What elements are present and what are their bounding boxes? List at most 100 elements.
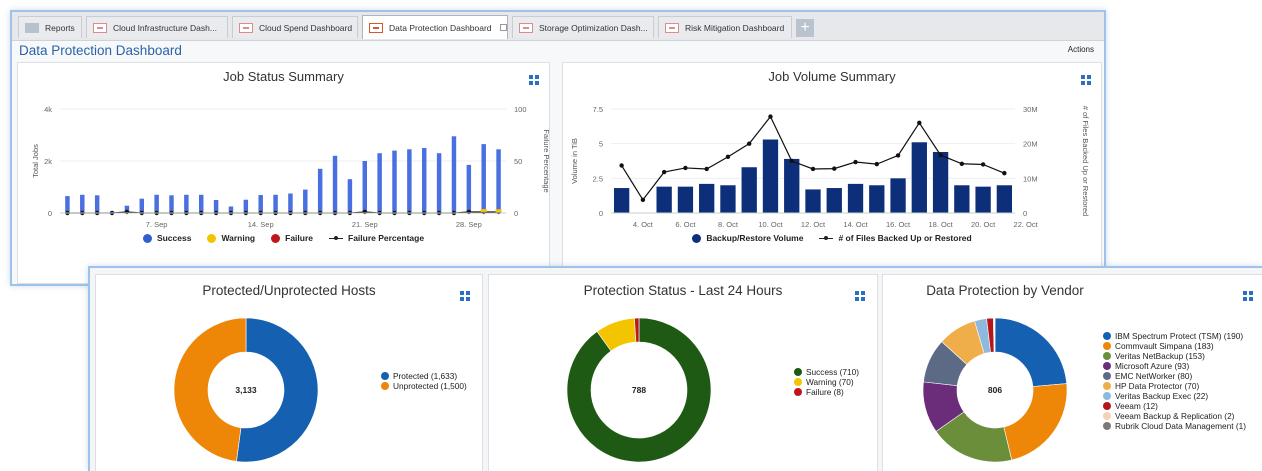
- chart-legend: Backup/Restore Volume # of Files Backed …: [563, 233, 1101, 243]
- vendor-legend: IBM Spectrum Protect (TSM) (190) Commvaul…: [1103, 331, 1246, 431]
- legend-files[interactable]: # of Files Backed Up or Restored: [819, 233, 972, 243]
- legend-success[interactable]: Success: [142, 233, 191, 243]
- legend-swatch: [1103, 422, 1111, 430]
- legend-warning[interactable]: Warning: [207, 233, 255, 243]
- legend-backup-volume[interactable]: Backup/Restore Volume: [692, 233, 803, 243]
- bar: [613, 188, 630, 213]
- page-title: Data Protection Dashboard: [19, 43, 182, 58]
- tab-cloud-spend[interactable]: Cloud Spend Dashboard: [232, 16, 358, 38]
- legend-label: Rubrik Cloud Data Management (1): [1115, 421, 1246, 431]
- line-point: [959, 161, 965, 166]
- bar: [762, 139, 779, 213]
- bar: [362, 161, 367, 213]
- tab-reports[interactable]: Reports: [18, 16, 82, 38]
- legend-swatch: [1103, 382, 1111, 390]
- legend-item[interactable]: Veeam Backup & Replication (2): [1103, 411, 1246, 421]
- tab-storage-optimization[interactable]: Storage Optimization Dash...: [512, 16, 654, 38]
- legend-item[interactable]: Veeam (12): [1103, 401, 1246, 411]
- legend-item[interactable]: Veritas Backup Exec (22): [1103, 391, 1246, 401]
- legend-swatch: [1103, 392, 1111, 400]
- line-point: [853, 159, 858, 165]
- bar: [481, 144, 486, 213]
- legend-item[interactable]: Rubrik Cloud Data Management (1): [1103, 421, 1246, 431]
- legend-item[interactable]: HP Data Protector (70): [1103, 381, 1246, 391]
- line-point: [874, 161, 879, 167]
- legend-label: Veeam (12): [1115, 401, 1158, 411]
- failure-swatch: [271, 233, 281, 243]
- bar: [332, 155, 338, 213]
- close-tab-icon[interactable]: [499, 24, 507, 31]
- tab-label: Storage Optimization Dash...: [539, 22, 648, 33]
- legend-label: Failure: [285, 233, 313, 243]
- bar: [407, 149, 412, 213]
- expand-icon[interactable]: [529, 75, 539, 85]
- legend-item[interactable]: Failure (8): [794, 387, 859, 397]
- job-volume-chart: 7.5 5 2.5 0 30M 20M 10M 0 Volume in TiB # of File…: [570, 105, 1090, 229]
- x-tick-label: 20. Oct: [971, 220, 996, 229]
- line-point: [789, 158, 794, 164]
- legend-item[interactable]: EMC NetWorker (80): [1103, 371, 1246, 381]
- legend-label: Warning: [221, 233, 256, 243]
- legend-item[interactable]: Commvault Simpana (183): [1103, 341, 1246, 351]
- bar: [466, 164, 472, 213]
- expand-icon[interactable]: [1243, 291, 1253, 301]
- donut-charts-window: Protected/Unprotected Hosts 3,133 Protec…: [88, 266, 1262, 471]
- line-point: [704, 166, 709, 172]
- bar: [154, 194, 159, 213]
- expand-icon[interactable]: [460, 291, 470, 301]
- legend-item[interactable]: Protected (1,633): [381, 371, 467, 381]
- x-tick-label: 14. Sep: [248, 220, 274, 229]
- tab-risk-mitigation[interactable]: Risk Mitigation Dashboard: [658, 16, 792, 38]
- line-point: [640, 197, 646, 203]
- actions-button[interactable]: Actions: [1068, 45, 1094, 54]
- chart-title: Protection Status - Last 24 Hours: [583, 283, 783, 298]
- add-tab-button[interactable]: +: [796, 19, 814, 37]
- y-tick-label: 2.5: [593, 174, 603, 183]
- bar: [784, 158, 800, 213]
- tab-label: Risk Mitigation Dashboard: [685, 22, 785, 33]
- tab-data-protection[interactable]: Data Protection Dashboard: [362, 15, 508, 39]
- line-point: [832, 166, 837, 171]
- bar: [94, 195, 100, 213]
- bar: [890, 178, 906, 213]
- legend-item[interactable]: Microsoft Azure (93): [1103, 361, 1246, 371]
- x-tick-label: 18. Oct: [928, 220, 953, 229]
- legend-failure-percentage[interactable]: Failure Percentage: [329, 233, 424, 243]
- tab-cloud-infrastructure[interactable]: Cloud Infrastructure Dash...: [86, 16, 228, 38]
- bar: [258, 195, 263, 213]
- bar: [436, 153, 442, 213]
- y2-tick-label: 20M: [1023, 140, 1038, 149]
- y-axis-title: Total Jobs: [31, 144, 40, 178]
- expand-icon[interactable]: [1081, 75, 1091, 85]
- bar: [199, 194, 204, 213]
- line-swatch: [819, 235, 834, 240]
- legend-failure[interactable]: Failure: [271, 233, 313, 243]
- line-point: [768, 114, 773, 119]
- chart-title: Data Protection by Vendor: [926, 283, 1084, 298]
- bar: [656, 186, 672, 213]
- reports-icon: [25, 22, 39, 33]
- legend-label: # of Files Backed Up or Restored: [838, 233, 972, 243]
- legend-label: HP Data Protector (70): [1115, 381, 1200, 391]
- bar: [184, 194, 189, 213]
- legend-item[interactable]: Unprotected (1,500): [381, 381, 467, 391]
- bar: [169, 195, 174, 213]
- chart-title: Job Volume Summary: [768, 69, 896, 84]
- legend-swatch: [1103, 412, 1111, 420]
- legend-item[interactable]: Warning (70): [794, 377, 859, 387]
- legend-item[interactable]: IBM Spectrum Protect (TSM) (190): [1103, 331, 1246, 341]
- legend-item[interactable]: Veritas NetBackup (153): [1103, 351, 1246, 361]
- y-tick-label: 7.5: [593, 105, 603, 114]
- vendor-donut: 806: [922, 317, 1068, 463]
- line-point: [661, 169, 667, 175]
- legend-item[interactable]: Success (710): [794, 367, 859, 377]
- legend-label: EMC NetWorker (80): [1115, 371, 1193, 381]
- x-tick-label: 4. Oct: [633, 220, 654, 229]
- tab-label: Cloud Spend Dashboard: [259, 22, 353, 33]
- y-tick-label: 0: [599, 209, 603, 218]
- bar: [288, 193, 293, 213]
- dashboard-icon: [369, 22, 383, 33]
- expand-icon[interactable]: [855, 291, 865, 301]
- legend-label: Backup/Restore Volume: [706, 233, 804, 243]
- line-point: [917, 120, 922, 126]
